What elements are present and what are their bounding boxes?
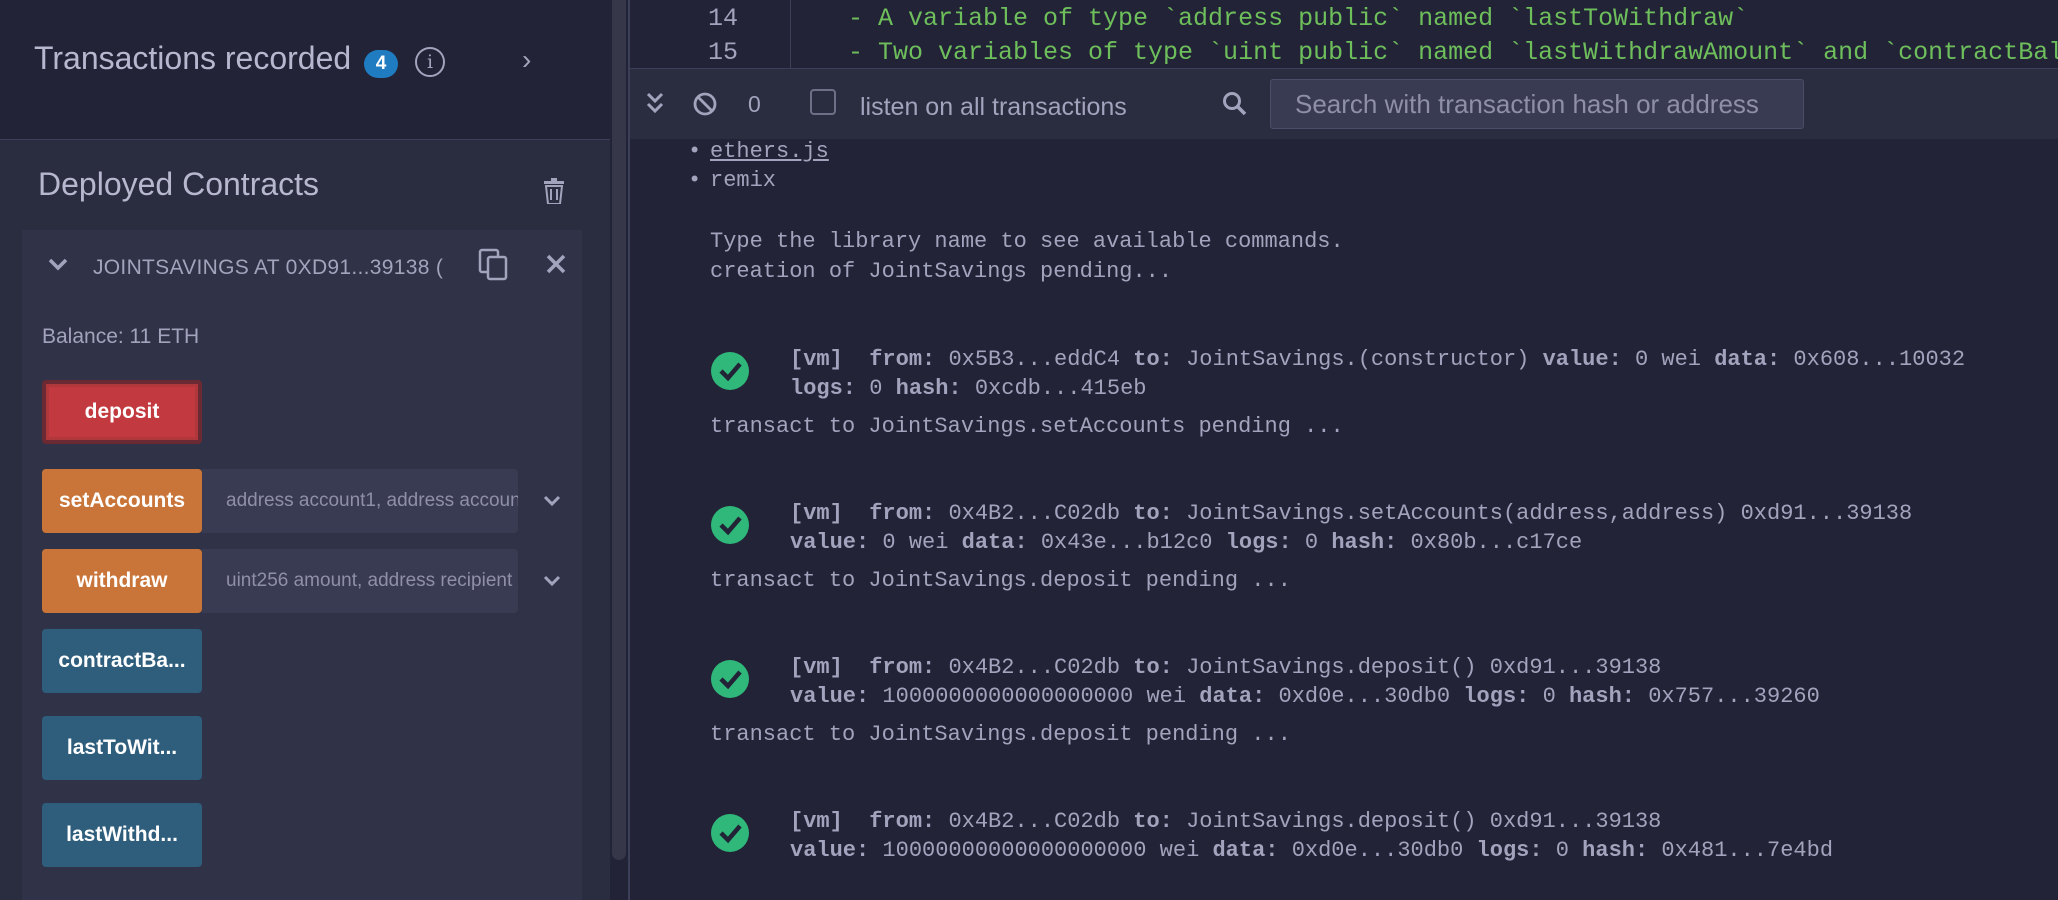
listen-all-label[interactable]: listen on all transactions — [860, 93, 1127, 122]
transactions-recorded-title: Transactions recorded — [34, 40, 352, 76]
trash-icon[interactable] — [543, 178, 565, 204]
line-number: 14 — [707, 4, 738, 33]
last-withdraw-amount-button[interactable]: lastWithd... — [42, 803, 202, 867]
withdraw-input[interactable]: uint256 amount, address recipient — [202, 549, 518, 613]
chevron-right-icon[interactable]: › — [522, 44, 531, 76]
deposit-button[interactable]: deposit — [42, 380, 202, 444]
chevron-down-icon[interactable] — [540, 489, 564, 513]
transactions-recorded-header[interactable]: Transactions recorded 4 i › — [0, 0, 610, 140]
chevron-down-icon[interactable] — [44, 250, 72, 278]
line-number: 15 — [707, 38, 738, 67]
chevron-down-icon[interactable] — [540, 569, 564, 593]
transactions-count-badge: 4 — [364, 50, 398, 78]
code-editor[interactable]: 14 - A variable of type `address public`… — [630, 0, 2058, 68]
success-check-icon[interactable] — [710, 813, 750, 853]
double-chevron-down-icon[interactable] — [644, 91, 666, 115]
terminal-help-text: Type the library name to see available c… — [710, 229, 1344, 254]
set-accounts-input[interactable]: address account1, address account2 — [202, 469, 518, 533]
info-icon[interactable]: i — [415, 47, 445, 77]
transaction-log-entry[interactable]: [vm] from: 0x4B2...C02db to: JointSaving… — [790, 655, 1661, 680]
clear-console-icon[interactable] — [692, 91, 718, 117]
transaction-log-entry-details: value: 0 wei data: 0x43e...b12c0 logs: 0… — [790, 530, 1583, 555]
contract-instance: JOINTSAVINGS AT 0XD91...39138 ( Balance:… — [22, 230, 582, 900]
transaction-log-entry[interactable]: [vm] from: 0x4B2...C02db to: JointSaving… — [790, 501, 1912, 526]
success-check-icon[interactable] — [710, 505, 750, 545]
withdraw-button[interactable]: withdraw — [42, 549, 202, 613]
code-line[interactable]: - Two variables of type `uint public` na… — [848, 38, 2058, 67]
last-to-withdraw-button[interactable]: lastToWit... — [42, 716, 202, 780]
left-panel-scrollbar[interactable] — [612, 0, 626, 860]
transaction-log-entry[interactable]: [vm] from: 0x4B2...C02db to: JointSaving… — [790, 809, 1661, 834]
set-accounts-button[interactable]: setAccounts — [42, 469, 202, 533]
terminal-pending-text: creation of JointSavings pending... — [710, 259, 1173, 284]
left-panel: Transactions recorded 4 i › Deployed Con… — [0, 0, 610, 900]
copy-icon[interactable] — [478, 248, 510, 282]
terminal-pending-text: transact to JointSavings.setAccounts pen… — [710, 414, 1344, 439]
terminal-toolbar: 0 listen on all transactions Search with… — [630, 68, 2058, 140]
terminal-pending-text: transact to JointSavings.deposit pending… — [710, 568, 1291, 593]
terminal-search-input[interactable]: Search with transaction hash or address — [1270, 79, 1804, 129]
library-link-ethers[interactable]: ethers.js — [710, 139, 829, 164]
success-check-icon[interactable] — [710, 659, 750, 699]
gutter-divider — [790, 0, 791, 68]
transaction-log-entry-details: value: 10000000000000000000 wei data: 0x… — [790, 838, 1834, 863]
contract-instance-name[interactable]: JOINTSAVINGS AT 0XD91...39138 ( — [93, 256, 473, 280]
terminal-output: • ethers.js • remix Type the library nam… — [630, 139, 2058, 900]
listen-all-checkbox[interactable] — [810, 89, 836, 115]
success-check-icon[interactable] — [710, 351, 750, 391]
pending-transactions-count: 0 — [748, 91, 761, 117]
search-icon — [1223, 92, 1247, 116]
library-link-remix[interactable]: remix — [710, 168, 776, 193]
code-line[interactable]: - A variable of type `address public` na… — [848, 4, 1748, 33]
contract-balance-button[interactable]: contractBa... — [42, 629, 202, 693]
contract-balance: Balance: 11 ETH — [42, 325, 200, 348]
deployed-contracts-title: Deployed Contracts — [38, 166, 320, 202]
list-bullet: • — [688, 168, 702, 193]
close-icon[interactable] — [544, 252, 568, 276]
list-bullet: • — [688, 139, 702, 164]
transaction-log-entry-details: logs: 0 hash: 0xcdb...415eb — [790, 376, 1147, 401]
terminal-pending-text: transact to JointSavings.deposit pending… — [710, 722, 1291, 747]
transaction-log-entry[interactable]: [vm] from: 0x5B3...eddC4 to: JointSaving… — [790, 347, 1965, 372]
transaction-log-entry-details: value: 1000000000000000000 wei data: 0xd… — [790, 684, 1820, 709]
